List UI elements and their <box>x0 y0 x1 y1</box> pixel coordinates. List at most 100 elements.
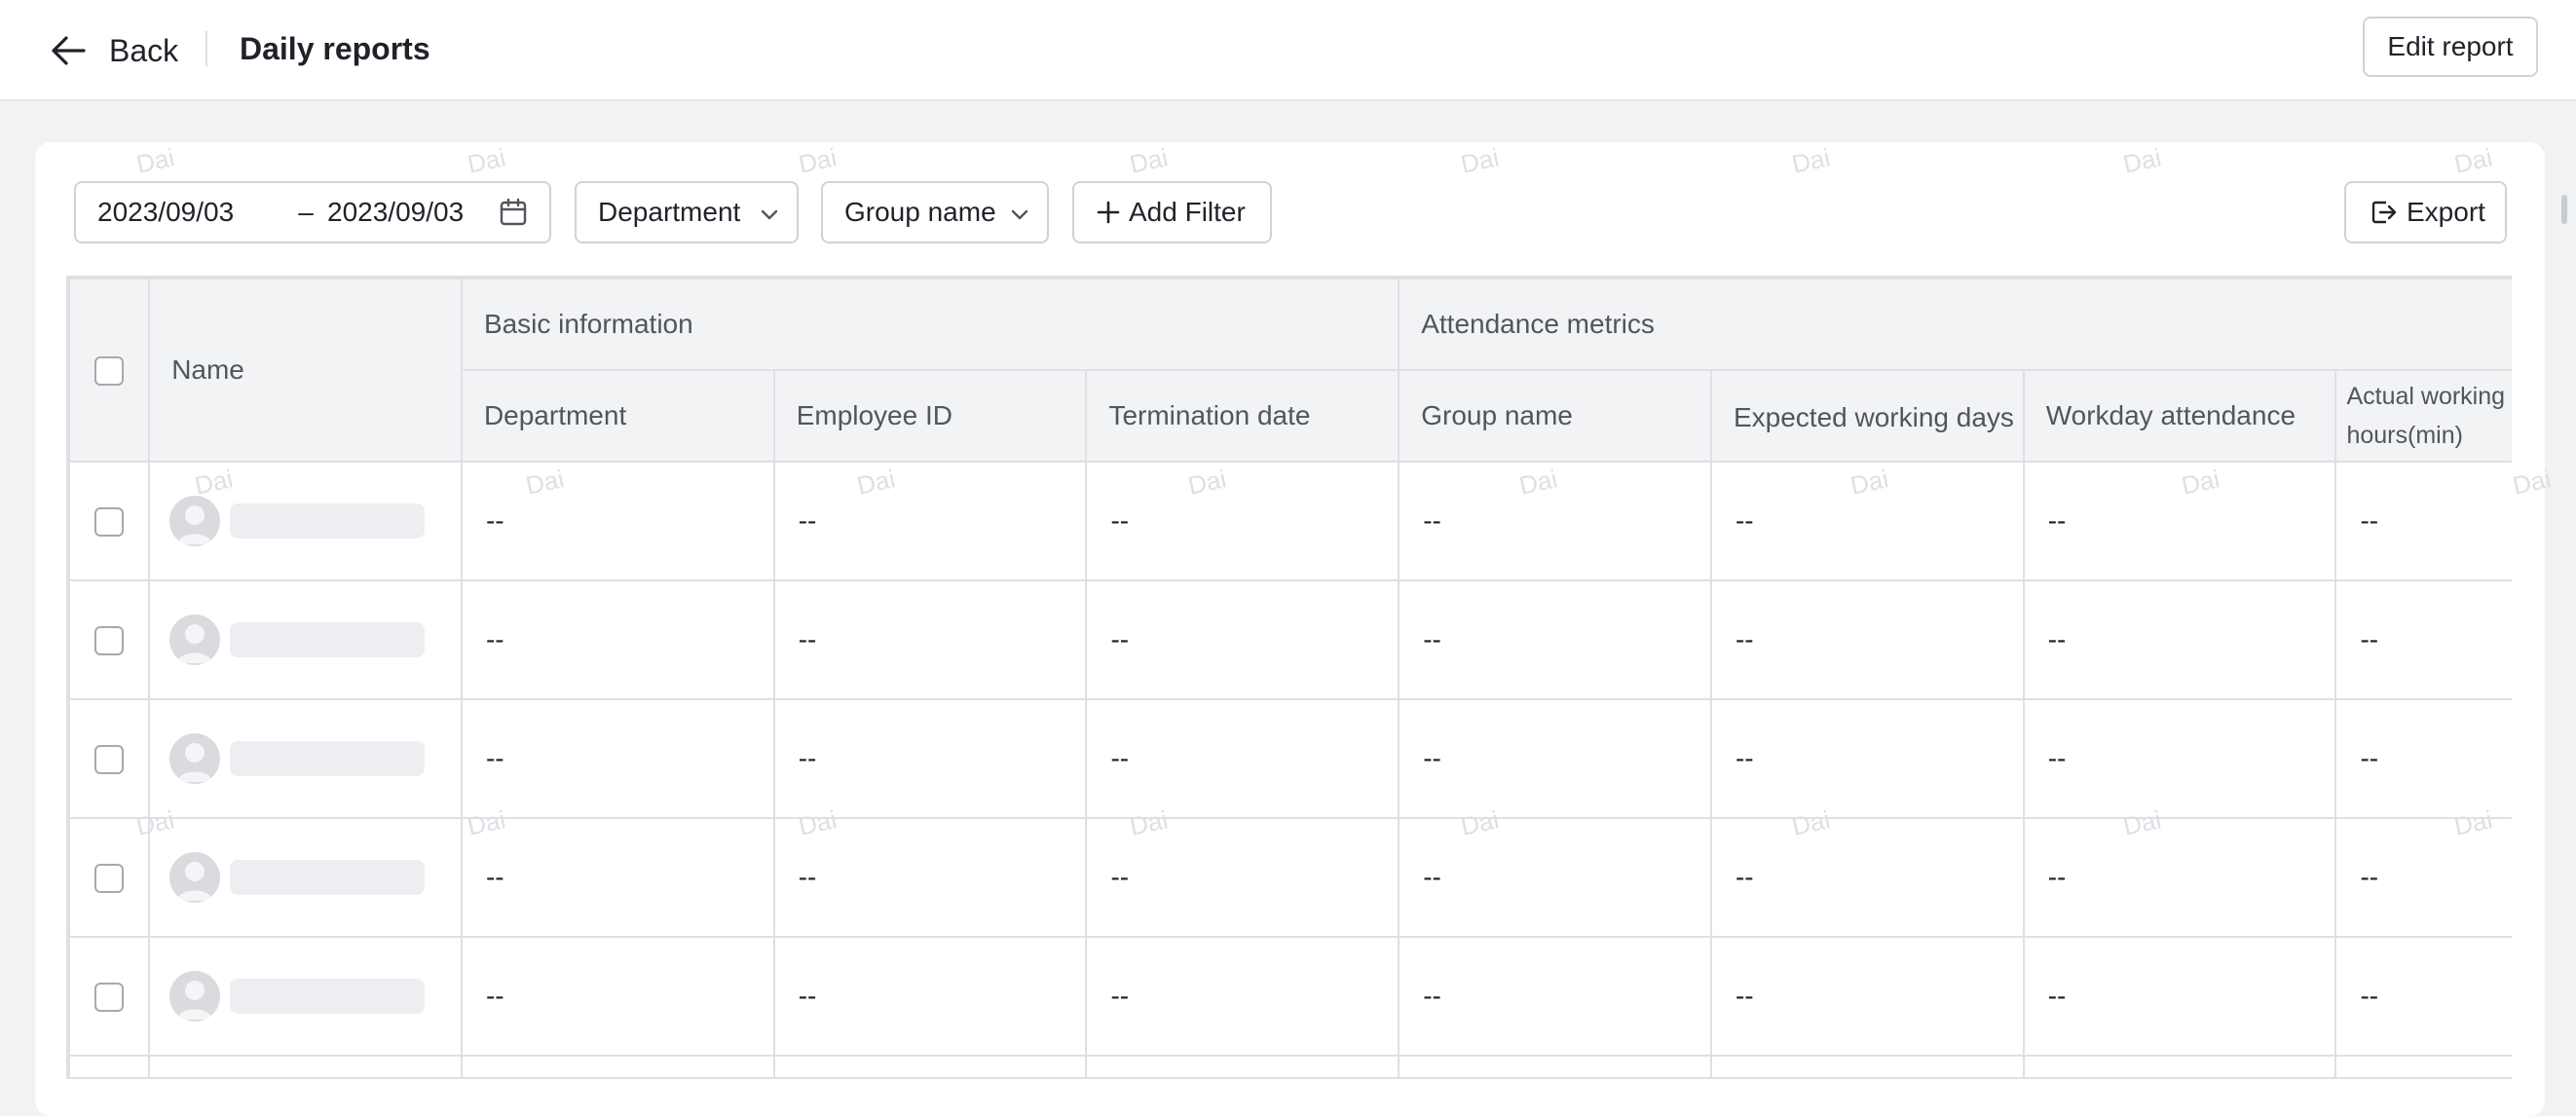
name-header: Name <box>148 278 463 463</box>
table-cell: -- <box>460 461 775 581</box>
name-cell <box>148 936 463 1057</box>
arrow-left-icon <box>52 36 86 65</box>
table-cell: -- <box>772 579 1088 700</box>
row-checkbox[interactable] <box>94 626 125 656</box>
table-cell: -- <box>1085 461 1400 581</box>
table-cell: -- <box>1085 698 1400 819</box>
table-cell: -- <box>1709 936 2025 1057</box>
table-cell: -- <box>460 579 775 700</box>
table-row[interactable]: -- -- -- -- -- -- -- <box>68 461 2512 581</box>
row-checkbox[interactable] <box>94 507 125 538</box>
top-bar: Back Daily reports Edit report <box>0 0 2576 101</box>
chevron-down-icon <box>761 209 778 220</box>
name-cell <box>148 698 463 819</box>
row-checkbox[interactable] <box>94 745 125 775</box>
avatar <box>169 496 221 546</box>
column-header-workday-attendance[interactable]: Workday attendance <box>2022 369 2337 463</box>
table-filler-row <box>68 1055 2512 1077</box>
table-cell: -- <box>2334 579 2512 700</box>
table-cell: -- <box>772 817 1088 938</box>
table-cell: -- <box>772 698 1088 819</box>
table-cell: -- <box>460 698 775 819</box>
table-cell: -- <box>1709 579 2025 700</box>
select-all-cell <box>68 278 151 463</box>
add-filter-button[interactable]: Add Filter <box>1072 181 1272 243</box>
table-cell: -- <box>2334 936 2512 1057</box>
page-title: Daily reports <box>240 31 430 66</box>
row-select-cell <box>68 461 151 581</box>
date-range-picker[interactable]: 2023/09/03 – 2023/09/03 <box>74 181 551 243</box>
column-header-expected-working-days[interactable]: Expected working days <box>1709 369 2025 463</box>
table-cell: -- <box>1085 579 1400 700</box>
chevron-down-icon <box>1011 209 1028 220</box>
plus-icon <box>1097 201 1120 224</box>
group-name-filter[interactable]: Group name <box>821 181 1049 243</box>
user-icon <box>177 862 213 901</box>
table-row[interactable]: -- -- -- -- -- -- -- <box>68 936 2512 1057</box>
name-placeholder <box>230 979 426 1014</box>
column-header-actual-working-hours[interactable]: Actual working hours(min) <box>2334 369 2512 463</box>
table-row[interactable]: -- -- -- -- -- -- -- <box>68 579 2512 700</box>
table-cell: -- <box>772 936 1088 1057</box>
table-cell: -- <box>1398 936 1712 1057</box>
row-select-cell <box>68 579 151 700</box>
table-cell: -- <box>2334 698 2512 819</box>
name-placeholder <box>230 622 426 657</box>
date-start[interactable]: 2023/09/03 <box>97 197 292 228</box>
name-cell <box>148 461 463 581</box>
row-select-cell <box>68 698 151 819</box>
report-table: Name Basic information Attendance metric… <box>66 276 2512 1079</box>
row-select-cell <box>68 817 151 938</box>
row-checkbox[interactable] <box>94 864 125 894</box>
table-cell: -- <box>1709 461 2025 581</box>
add-filter-label: Add Filter <box>1129 197 1246 227</box>
header-divider <box>205 31 207 66</box>
table-cell: -- <box>1709 698 2025 819</box>
edit-report-button[interactable]: Edit report <box>2363 17 2538 77</box>
column-header-termination-date[interactable]: Termination date <box>1085 369 1400 463</box>
table-cell: -- <box>1398 579 1712 700</box>
export-label: Export <box>2407 197 2485 227</box>
avatar <box>169 971 221 1022</box>
table-cell: -- <box>460 936 775 1057</box>
back-label: Back <box>109 32 179 68</box>
export-button[interactable]: Export <box>2344 181 2507 243</box>
avatar <box>169 733 221 784</box>
horizontal-scroll-handle[interactable] <box>2561 195 2567 224</box>
attendance-metrics-header: Attendance metrics <box>1398 278 2512 371</box>
table-row[interactable]: -- -- -- -- -- -- -- <box>68 698 2512 819</box>
name-placeholder <box>230 503 426 539</box>
row-checkbox[interactable] <box>94 983 125 1013</box>
table-row[interactable]: -- -- -- -- -- -- -- <box>68 817 2512 938</box>
export-icon <box>2371 201 2397 224</box>
avatar <box>169 852 221 903</box>
table-cell: -- <box>460 817 775 938</box>
select-all-checkbox[interactable] <box>94 356 125 387</box>
avatar <box>169 614 221 665</box>
table-cell: -- <box>2022 817 2337 938</box>
date-separator: – <box>298 197 314 227</box>
name-placeholder <box>230 741 426 776</box>
basic-information-header: Basic information <box>460 278 1400 371</box>
table-cell: -- <box>1398 817 1712 938</box>
user-icon <box>177 743 213 782</box>
table-cell: -- <box>1085 817 1400 938</box>
table-cell: -- <box>2022 579 2337 700</box>
date-end[interactable]: 2023/09/03 <box>327 197 522 228</box>
table-cell: -- <box>2022 936 2337 1057</box>
table-cell: -- <box>772 461 1088 581</box>
table-cell: -- <box>2022 461 2337 581</box>
name-cell <box>148 579 463 700</box>
calendar-icon[interactable] <box>499 198 528 227</box>
table-cell: -- <box>1709 817 2025 938</box>
column-header-employee-id[interactable]: Employee ID <box>772 369 1088 463</box>
column-header-group-name[interactable]: Group name <box>1398 369 1712 463</box>
table-cell: -- <box>1398 461 1712 581</box>
table-cell: -- <box>2334 817 2512 938</box>
user-icon <box>177 624 213 663</box>
user-icon <box>177 981 213 1020</box>
department-filter[interactable]: Department <box>575 181 799 243</box>
column-header-department[interactable]: Department <box>460 369 775 463</box>
table-cell: -- <box>1085 936 1400 1057</box>
back-button[interactable]: Back <box>49 27 178 74</box>
